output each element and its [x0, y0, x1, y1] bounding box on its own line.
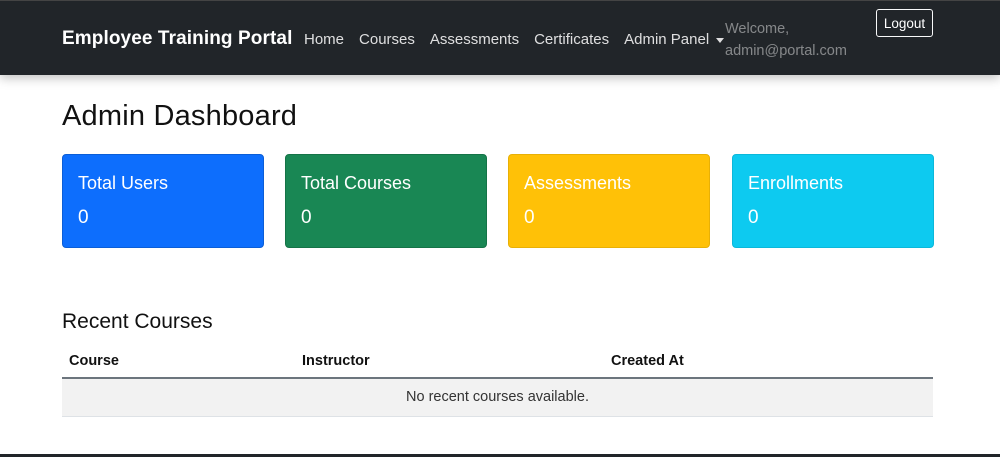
recent-courses-title: Recent Courses [62, 310, 213, 333]
stat-card-value: 0 [78, 207, 89, 228]
welcome-greeting: Welcome, [725, 21, 790, 37]
column-header-course: Course [62, 344, 295, 379]
top-navbar: Employee Training Portal Home Courses As… [0, 0, 1000, 75]
column-header-created-at: Created At [604, 344, 933, 379]
stat-card-enrollments: Enrollments 0 [732, 154, 934, 248]
stat-card-title: Assessments [524, 173, 632, 193]
nav-dropdown-admin-panel[interactable]: Admin Panel [624, 31, 725, 48]
caret-down-icon [716, 37, 725, 43]
empty-table-message: No recent courses available. [62, 378, 933, 417]
nav-link-certificates[interactable]: Certificates [534, 31, 609, 48]
stat-card-value: 0 [748, 207, 759, 228]
stat-card-total-courses: Total Courses 0 [285, 154, 487, 248]
table-row: No recent courses available. [62, 378, 933, 417]
table-header-row: Course Instructor Created At [62, 344, 933, 379]
stat-card-title: Total Courses [301, 173, 412, 193]
brand-logo-text[interactable]: Employee Training Portal [62, 28, 292, 50]
page-title: Admin Dashboard [62, 100, 298, 132]
stat-card-value: 0 [301, 207, 312, 228]
nav-link-assessments[interactable]: Assessments [430, 31, 519, 48]
nav-link-courses[interactable]: Courses [359, 31, 415, 48]
recent-courses-table: Course Instructor Created At No recent c… [62, 344, 933, 417]
nav-dropdown-admin-panel-label: Admin Panel [624, 31, 710, 48]
stat-card-title: Enrollments [748, 173, 844, 193]
stat-card-title: Total Users [78, 173, 169, 193]
stat-card-total-users: Total Users 0 [62, 154, 264, 248]
column-header-instructor: Instructor [295, 344, 604, 379]
stat-card-assessments: Assessments 0 [508, 154, 710, 248]
stat-card-value: 0 [524, 207, 535, 228]
welcome-user-email: admin@portal.com [725, 43, 847, 59]
logout-button[interactable]: Logout [876, 9, 933, 37]
nav-link-home[interactable]: Home [304, 31, 344, 48]
nav-links: Home Courses Assessments Certificates Ad… [304, 31, 739, 48]
welcome-message: Welcome, admin@portal.com [725, 18, 865, 62]
